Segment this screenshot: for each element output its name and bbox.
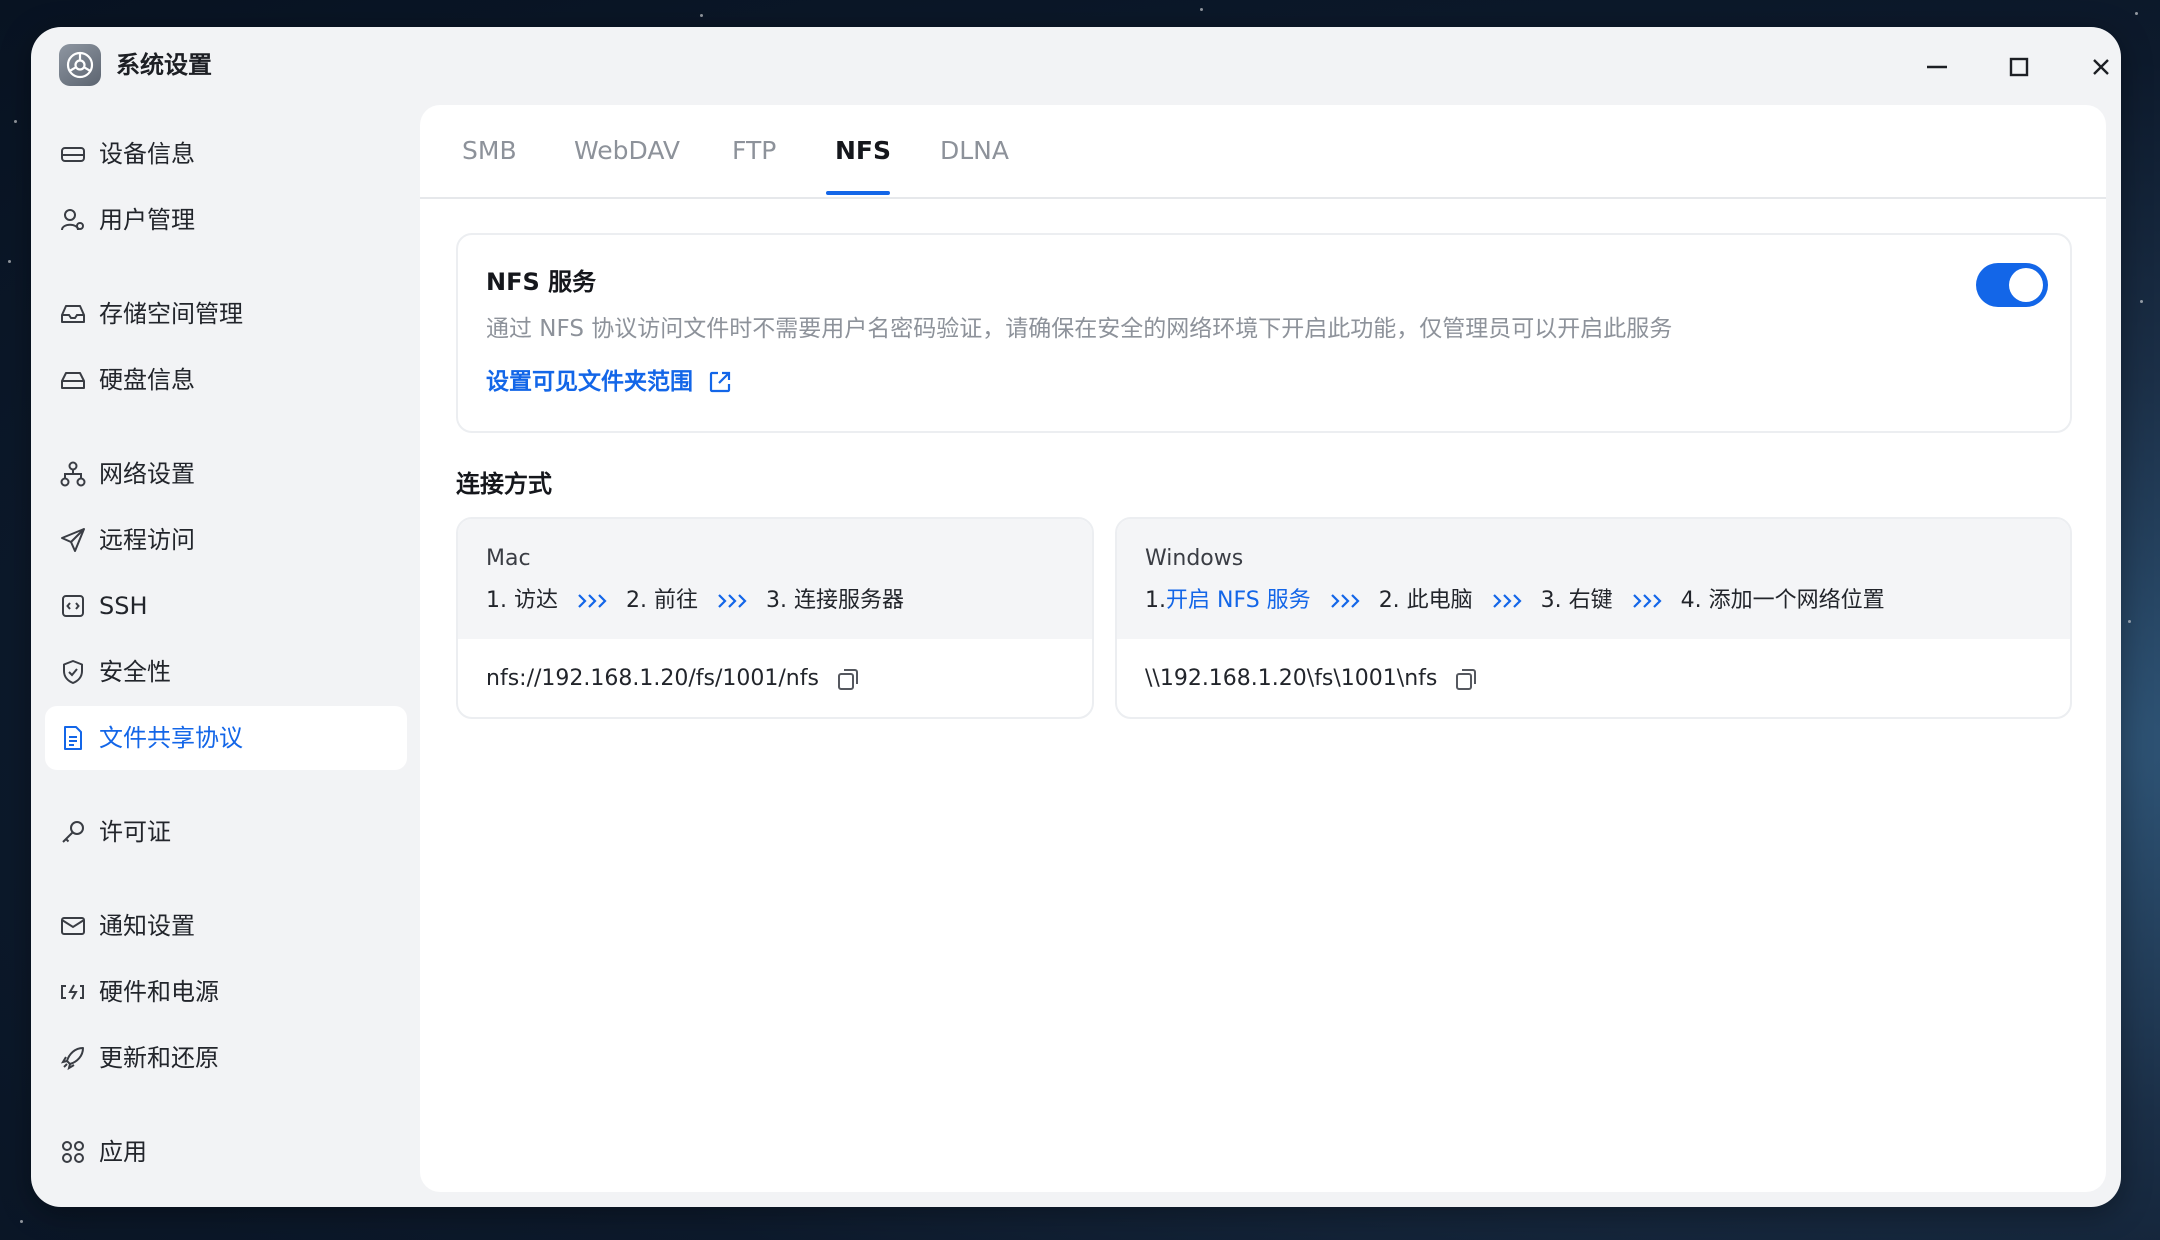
maximize-button[interactable]	[1999, 47, 2039, 87]
sidebar-item-label: 设备信息	[99, 140, 195, 168]
sidebar-item-label: 应用	[99, 1138, 147, 1166]
sidebar-item-disk-info[interactable]: 硬盘信息	[45, 348, 407, 412]
sidebar-item-remote-access[interactable]: 远程访问	[45, 508, 407, 572]
visible-folders-link[interactable]: 设置可见文件夹范围	[486, 365, 733, 399]
protocol-tabs: SMB WebDAV FTP NFS DLNA	[420, 105, 2106, 199]
mac-steps: 1. 访达 2. 前往 3. 连接服务器	[486, 585, 904, 617]
ssh-icon	[58, 591, 88, 621]
windows-os-label: Windows	[1145, 546, 1244, 571]
sidebar-item-ssh[interactable]: SSH	[45, 574, 407, 638]
mac-connection-header: Mac 1. 访达 2. 前往 3. 连接服务器	[458, 519, 1092, 639]
mac-connection-card: Mac 1. 访达 2. 前往 3. 连接服务器 nfs://192.168.1…	[456, 517, 1094, 719]
sidebar-item-label: 更新和还原	[99, 1044, 219, 1072]
close-icon	[2093, 59, 2109, 75]
sidebar-item-label: 硬盘信息	[99, 366, 195, 394]
sidebar-item-label: 通知设置	[99, 912, 195, 940]
visible-folders-link-label: 设置可见文件夹范围	[486, 369, 693, 395]
sidebar-item-security[interactable]: 安全性	[45, 640, 407, 704]
chevrons-right-icon	[1491, 592, 1523, 610]
connection-methods-title: 连接方式	[456, 470, 552, 498]
sidebar-item-notifications[interactable]: 通知设置	[45, 894, 407, 958]
document-icon	[58, 723, 88, 753]
send-icon	[58, 525, 88, 555]
sidebar-item-hardware-power[interactable]: 硬件和电源	[45, 960, 407, 1024]
title-bar: 系统设置	[31, 27, 2121, 107]
tab-webdav[interactable]: WebDAV	[574, 133, 680, 169]
sidebar-item-label: SSH	[99, 592, 148, 620]
nfs-service-description: 通过 NFS 协议访问文件时不需要用户名密码验证，请确保在安全的网络环境下开启此…	[486, 316, 1673, 342]
active-tab-indicator	[826, 191, 890, 195]
chevrons-right-icon	[576, 592, 608, 610]
sidebar-item-storage[interactable]: 存储空间管理	[45, 282, 407, 346]
sidebar-item-apps[interactable]: 应用	[45, 1120, 407, 1184]
device-icon	[58, 139, 88, 169]
network-icon	[58, 459, 88, 489]
key-icon	[58, 817, 88, 847]
windows-path-row: \\192.168.1.20\fs\1001\nfs	[1145, 663, 1479, 695]
windows-nfs-path: \\192.168.1.20\fs\1001\nfs	[1145, 666, 1438, 691]
windows-step-2: 2. 此电脑	[1378, 588, 1473, 613]
mac-nfs-path: nfs://192.168.1.20/fs/1001/nfs	[486, 666, 819, 691]
rocket-icon	[58, 1043, 88, 1073]
sidebar-item-device-info[interactable]: 设备信息	[45, 122, 407, 186]
windows-step-1-prefix: 1.	[1145, 588, 1166, 613]
toggle-knob	[2009, 268, 2043, 302]
chevrons-right-icon	[1631, 592, 1663, 610]
windows-steps: 1. 开启 NFS 服务 2. 此电脑 3. 右键 4. 添加一个网络位置	[1145, 585, 1885, 617]
sidebar-item-label: 许可证	[99, 818, 171, 846]
close-button[interactable]	[2081, 47, 2121, 87]
windows-connection-card: Windows 1. 开启 NFS 服务 2. 此电脑 3. 右键 4. 添加一…	[1115, 517, 2072, 719]
mac-path-row: nfs://192.168.1.20/fs/1001/nfs	[486, 663, 861, 695]
nfs-service-card: NFS 服务 通过 NFS 协议访问文件时不需要用户名密码验证，请确保在安全的网…	[456, 233, 2072, 433]
windows-step-4: 4. 添加一个网络位置	[1680, 588, 1885, 613]
sidebar-item-user-management[interactable]: 用户管理	[45, 188, 407, 252]
tab-ftp[interactable]: FTP	[732, 133, 776, 169]
mac-step-2: 2. 前往	[625, 588, 698, 613]
apps-icon	[58, 1137, 88, 1167]
sidebar-item-label: 文件共享协议	[99, 724, 243, 752]
mac-step-3: 3. 连接服务器	[765, 588, 904, 613]
copy-icon[interactable]	[1453, 666, 1479, 692]
chevrons-right-icon	[716, 592, 748, 610]
storage-icon	[58, 299, 88, 329]
window-title: 系统设置	[116, 51, 212, 79]
sidebar-item-network[interactable]: 网络设置	[45, 442, 407, 506]
mac-os-label: Mac	[486, 546, 531, 571]
windows-connection-header: Windows 1. 开启 NFS 服务 2. 此电脑 3. 右键 4. 添加一…	[1117, 519, 2070, 639]
settings-gear-icon	[59, 44, 101, 86]
maximize-icon	[2009, 57, 2029, 77]
sidebar-item-license[interactable]: 许可证	[45, 800, 407, 864]
minimize-button[interactable]	[1917, 47, 1957, 87]
chevrons-right-icon	[1329, 592, 1361, 610]
nfs-service-toggle[interactable]	[1976, 263, 2048, 307]
enable-nfs-service-link[interactable]: 开启 NFS 服务	[1166, 585, 1311, 617]
settings-window: 系统设置 设备信息 用户管理 存储空间管理 硬盘信息 网络设置 远程访问 SSH…	[31, 27, 2121, 1207]
sidebar-item-file-sharing[interactable]: 文件共享协议	[45, 706, 407, 770]
sidebar-item-label: 网络设置	[99, 460, 195, 488]
external-link-icon	[707, 369, 733, 395]
sidebar-item-label: 用户管理	[99, 206, 195, 234]
tab-dlna[interactable]: DLNA	[940, 133, 1009, 169]
sidebar-item-update-restore[interactable]: 更新和还原	[45, 1026, 407, 1090]
tab-nfs[interactable]: NFS	[835, 133, 891, 169]
shield-icon	[58, 657, 88, 687]
disk-icon	[58, 365, 88, 395]
sidebar-item-label: 存储空间管理	[99, 300, 243, 328]
mail-icon	[58, 911, 88, 941]
sidebar-item-label: 硬件和电源	[99, 978, 219, 1006]
sidebar-item-label: 安全性	[99, 658, 171, 686]
content-panel: SMB WebDAV FTP NFS DLNA NFS 服务 通过 NFS 协议…	[420, 105, 2106, 1192]
windows-step-3: 3. 右键	[1540, 588, 1613, 613]
user-icon	[58, 205, 88, 235]
battery-icon	[58, 977, 88, 1007]
nfs-service-title: NFS 服务	[486, 268, 597, 296]
minimize-icon	[1927, 65, 1947, 69]
sidebar-item-label: 远程访问	[99, 526, 195, 554]
mac-step-1: 1. 访达	[486, 588, 558, 613]
copy-icon[interactable]	[835, 666, 861, 692]
tab-smb[interactable]: SMB	[462, 133, 517, 169]
